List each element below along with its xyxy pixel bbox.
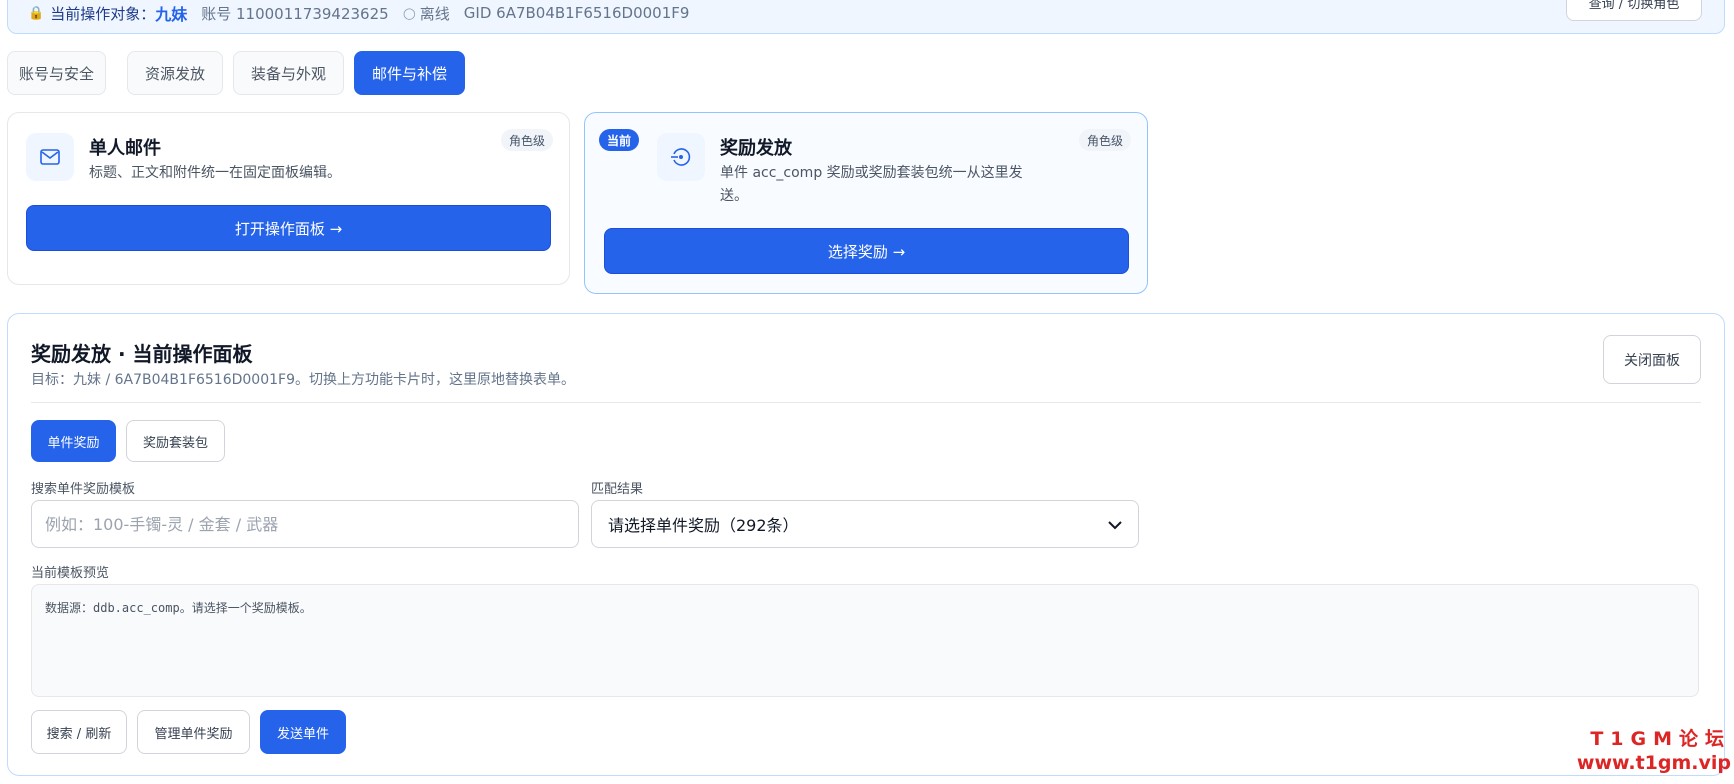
single-mail-desc: 标题、正文和附件统一在固定面板编辑。 — [89, 165, 341, 181]
target-status-bar: 🔒 当前操作对象： 九妹 账号 1100011739423625 ○ 离线 GI… — [7, 0, 1725, 34]
reward-grant-desc: 单件 acc_comp 奖励或奖励套装包统一从这里发送。 — [720, 165, 1023, 204]
target-character-name: 九妹 — [155, 5, 188, 24]
switch-character-button[interactable]: 查询 / 切换角色 — [1566, 0, 1702, 21]
target-gid: GID 6A7B04B1F6516D0001F9 — [463, 4, 690, 22]
panel-subtitle: 目标：九妹 / 6A7B04B1F6516D0001F9。切换上方功能卡片时，这… — [31, 372, 575, 388]
target-status-line: 🔒 当前操作对象： 九妹 账号 1100011739423625 ○ 离线 GI… — [28, 1, 703, 25]
single-mail-title: 单人邮件 — [89, 138, 161, 159]
tab-reward-bundle[interactable]: 奖励套装包 — [126, 420, 225, 462]
forum-watermark: T1GM论坛 www.t1gm.vip — [1577, 727, 1731, 775]
reward-grant-card[interactable]: 当前 奖励发放 单件 acc_comp 奖励或奖励套装包统一从这里发送。 角色级… — [584, 112, 1148, 294]
reward-icon — [657, 133, 705, 181]
watermark-line2: www.t1gm.vip — [1576, 752, 1731, 774]
match-result-selected-value: 请选择单件奖励（292条） — [608, 516, 799, 535]
manage-single-reward-button[interactable]: 管理单件奖励 — [137, 710, 250, 754]
role-level-badge: 角色级 — [1078, 129, 1131, 151]
target-account: 账号 1100011739423625 — [201, 4, 389, 23]
match-result-select[interactable]: 请选择单件奖励（292条） — [591, 500, 1139, 548]
template-preview-box: 数据源：ddb.acc_comp。请选择一个奖励模板。 — [31, 584, 1699, 697]
search-refresh-button[interactable]: 搜索 / 刷新 — [31, 710, 127, 754]
template-preview-text: 数据源：ddb.acc_comp。请选择一个奖励模板。 — [45, 601, 312, 615]
panel-divider — [31, 402, 1701, 403]
role-level-badge: 角色级 — [500, 129, 553, 151]
preview-label: 当前模板预览 — [31, 566, 110, 581]
lock-icon: 🔒 — [28, 5, 45, 21]
tab-resource-grant[interactable]: 资源发放 — [127, 51, 223, 95]
panel-title: 奖励发放 · 当前操作面板 — [31, 342, 253, 366]
tab-mail-compensation[interactable]: 邮件与补偿 — [354, 51, 465, 95]
tab-account-security[interactable]: 账号与安全 — [7, 51, 106, 95]
send-single-button[interactable]: 发送单件 — [260, 710, 346, 754]
tab-single-reward[interactable]: 单件奖励 — [31, 420, 116, 462]
close-panel-button[interactable]: 关闭面板 — [1603, 335, 1701, 384]
offline-dot-icon: ○ — [402, 4, 416, 22]
reward-operation-panel: 奖励发放 · 当前操作面板 目标：九妹 / 6A7B04B1F6516D0001… — [7, 313, 1725, 776]
current-badge: 当前 — [599, 129, 640, 151]
watermark-line1: T1GM论坛 — [1590, 728, 1731, 750]
open-panel-button[interactable]: 打开操作面板 → — [26, 205, 551, 251]
online-status: 离线 — [419, 4, 450, 23]
single-mail-card[interactable]: 单人邮件 标题、正文和附件统一在固定面板编辑。 角色级 打开操作面板 → — [7, 112, 570, 285]
mail-icon — [26, 133, 74, 181]
status-prefix: 当前操作对象： — [50, 4, 156, 23]
match-result-label: 匹配结果 — [591, 482, 644, 497]
chevron-down-icon — [1108, 515, 1122, 534]
reward-grant-title: 奖励发放 — [720, 138, 792, 159]
search-template-input[interactable] — [31, 500, 579, 548]
search-template-label: 搜索单件奖励模板 — [31, 482, 136, 497]
select-reward-button[interactable]: 选择奖励 → — [604, 228, 1129, 274]
tab-equipment-appearance[interactable]: 装备与外观 — [233, 51, 344, 95]
